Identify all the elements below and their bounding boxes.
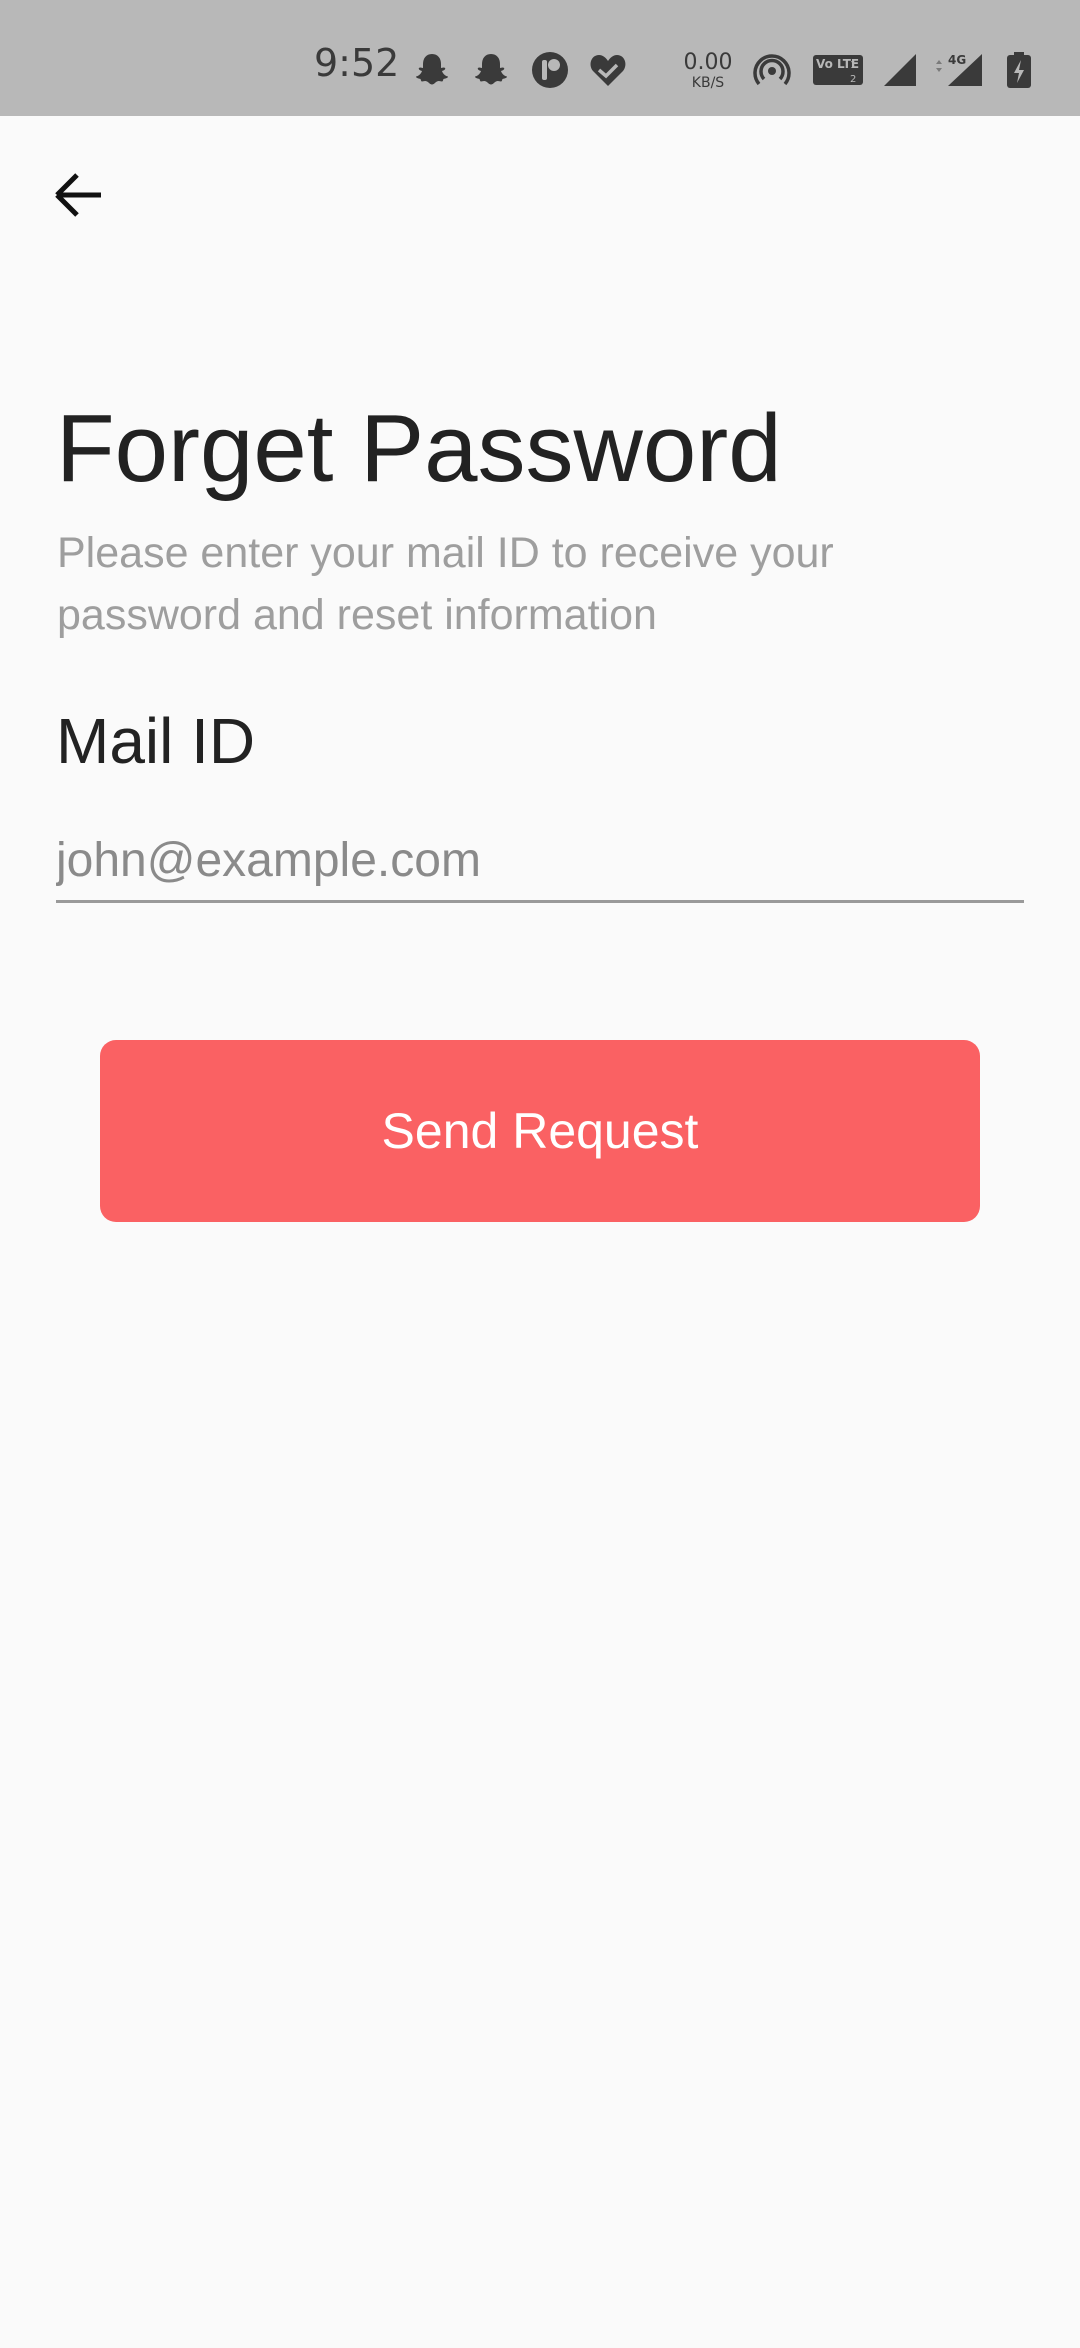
page-title: Forget Password [56, 395, 782, 502]
svg-text:2: 2 [850, 74, 856, 85]
snapchat-icon [416, 54, 448, 85]
heart-check-icon [590, 55, 626, 86]
mail-id-label: Mail ID [56, 705, 256, 777]
hotspot-icon [753, 54, 791, 86]
signal-icon [884, 54, 916, 86]
svg-text:1: 1 [850, 60, 856, 71]
status-time: 9:52 [314, 41, 400, 85]
battery-charging-icon [1007, 52, 1031, 88]
status-bar: 9:52 0.00 KB/S Vo LTE 1 2 4G [0, 0, 1080, 116]
net-speed: 0.00 KB/S [683, 50, 733, 91]
signal-4g-icon: 4G [936, 53, 982, 86]
snapchat-icon [475, 54, 507, 85]
arrow-left-icon [55, 173, 101, 217]
page-subtitle: Please enter your mail ID to receive you… [57, 529, 834, 639]
send-request-button[interactable]: Send Request [100, 1040, 980, 1222]
back-button[interactable] [44, 160, 114, 230]
mail-id-input[interactable] [56, 820, 1024, 903]
volte-icon: Vo LTE 1 2 [813, 55, 863, 85]
app-icon [532, 52, 568, 88]
svg-text:4G: 4G [948, 53, 966, 67]
